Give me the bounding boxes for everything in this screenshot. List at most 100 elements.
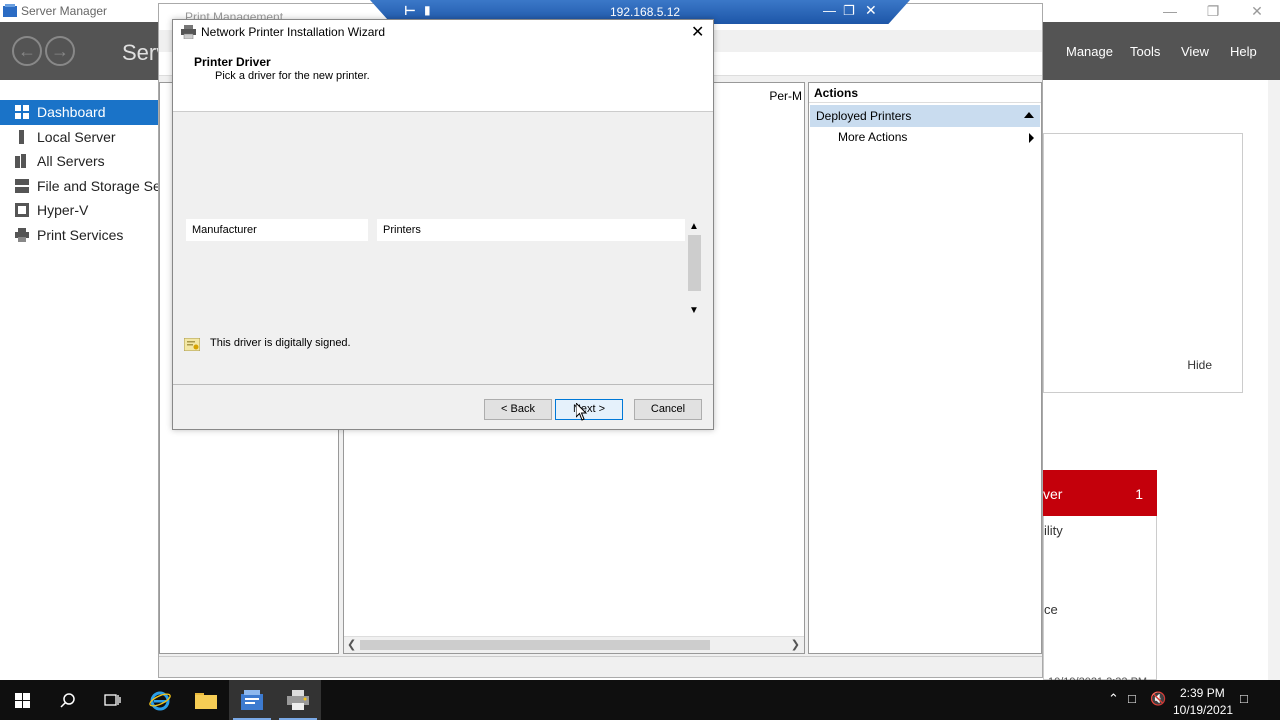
server-manager-icon <box>241 690 263 710</box>
search-button[interactable] <box>45 680 91 720</box>
actions-pane: Actions Deployed Printers More Actions <box>808 82 1042 654</box>
notifications-icon[interactable]: □ <box>1240 691 1248 706</box>
print-management-icon <box>287 690 309 710</box>
actions-header: Actions <box>809 83 1041 103</box>
tile-title: ver <box>1043 486 1063 502</box>
menu-manage[interactable]: Manage <box>1066 44 1113 59</box>
hide-link[interactable]: Hide <box>1187 358 1212 372</box>
section-label: Deployed Printers <box>816 109 912 123</box>
manufacturer-list[interactable]: Manufacturer <box>186 219 368 241</box>
wizard-titlebar: Network Printer Installation Wizard ✕ <box>173 20 713 44</box>
sidebar-item-label: All Servers <box>37 153 105 169</box>
dashboard-welcome-tile: Hide <box>1043 133 1243 393</box>
printers-vertical-scrollbar[interactable]: ▲ ▼ <box>686 219 703 319</box>
dashboard-icon <box>15 105 29 119</box>
printer-icon <box>181 25 196 39</box>
mouse-cursor-icon <box>576 403 588 421</box>
scroll-left-icon[interactable]: ❮ <box>347 638 356 651</box>
printer-icon <box>15 228 29 242</box>
tile-line-performance[interactable]: ce <box>1044 602 1058 617</box>
wizard-heading: Printer Driver <box>194 55 271 69</box>
task-view-button[interactable] <box>90 680 136 720</box>
cancel-button[interactable]: Cancel <box>634 399 702 420</box>
forward-nav-button[interactable]: → <box>45 36 75 66</box>
server-manager-icon <box>3 4 17 17</box>
close-button[interactable]: ✕ <box>1242 2 1272 20</box>
sidebar-item-label: Local Server <box>37 129 116 145</box>
printers-list[interactable]: Printers <box>377 219 685 241</box>
server-manager-sidebar: Dashboard Local Server All Servers File … <box>0 80 158 680</box>
list-horizontal-scrollbar[interactable]: ❮ ❯ <box>344 636 804 653</box>
remote-host-address: 192.168.5.12 <box>610 5 681 19</box>
tile-count: 1 <box>1135 486 1143 502</box>
minimize-button[interactable]: — <box>1155 2 1185 20</box>
printers-header: Printers <box>383 224 421 236</box>
taskbar-file-explorer[interactable] <box>183 680 229 720</box>
scroll-thumb[interactable] <box>688 235 701 291</box>
start-button[interactable] <box>0 680 46 720</box>
remote-minimize-icon[interactable]: — <box>823 3 836 18</box>
main-vertical-scrollbar[interactable] <box>1268 80 1280 680</box>
pin-icon[interactable]: ⊢ <box>404 3 416 19</box>
certificate-icon <box>184 338 200 351</box>
scroll-thumb[interactable] <box>360 640 710 650</box>
remote-close-icon[interactable]: ✕ <box>865 2 877 19</box>
hyperv-icon <box>15 203 29 217</box>
task-view-icon <box>104 694 121 706</box>
sidebar-item-all-servers[interactable]: All Servers <box>0 149 158 174</box>
taskbar-server-manager[interactable] <box>229 680 275 720</box>
taskbar-print-management[interactable] <box>275 680 321 720</box>
back-button[interactable]: < Back <box>484 399 552 420</box>
storage-icon <box>15 179 29 193</box>
volume-muted-icon[interactable]: 🔇 <box>1150 691 1166 707</box>
taskbar: ⌃ □ 🔇 2:39 PM 10/19/2021 □ <box>0 680 1280 720</box>
windows-logo-icon <box>15 693 30 708</box>
more-actions-item[interactable]: More Actions <box>838 130 907 144</box>
clock-date[interactable]: 10/19/2021 <box>1173 703 1233 717</box>
search-icon <box>60 693 75 708</box>
window-title: Server Manager <box>21 4 108 18</box>
menu-help[interactable]: Help <box>1230 44 1257 59</box>
scroll-right-icon[interactable]: ❯ <box>791 638 800 651</box>
folder-icon <box>195 693 217 709</box>
internet-explorer-icon <box>149 691 171 711</box>
network-printer-wizard-dialog: Network Printer Installation Wizard ✕ Pr… <box>172 19 714 430</box>
server-status-tile-body: ility ce <box>1043 516 1157 680</box>
sidebar-item-label: Hyper-V <box>37 202 89 218</box>
signal-icon: ▮ <box>424 3 431 17</box>
submenu-arrow-icon <box>1029 133 1034 143</box>
sidebar-item-label: Dashboard <box>37 104 106 120</box>
server-status-tile-header[interactable]: ver 1 <box>1043 470 1157 516</box>
chevron-up-icon[interactable]: ⌃ <box>1108 691 1119 707</box>
server-icon <box>19 130 24 144</box>
restore-button[interactable]: ❐ <box>1198 2 1228 20</box>
network-icon[interactable]: □ <box>1128 691 1136 706</box>
clock-time[interactable]: 2:39 PM <box>1180 686 1225 700</box>
taskbar-internet-explorer[interactable] <box>137 680 183 720</box>
sidebar-item-label: Print Services <box>37 227 124 243</box>
column-header-per-machine[interactable]: Per-M <box>769 89 802 103</box>
back-nav-button[interactable]: ← <box>12 36 42 66</box>
sidebar-item-dashboard[interactable]: Dashboard <box>0 100 158 125</box>
sidebar-item-hyper-v[interactable]: Hyper-V <box>0 198 158 223</box>
scroll-up-icon[interactable]: ▲ <box>689 221 699 232</box>
signed-driver-text: This driver is digitally signed. <box>210 337 351 349</box>
sidebar-item-file-storage[interactable]: File and Storage Serv <box>0 174 158 199</box>
wizard-title: Network Printer Installation Wizard <box>201 25 386 39</box>
next-button[interactable]: Next > <box>555 399 623 420</box>
remote-restore-icon[interactable]: ❐ <box>843 3 855 19</box>
tile-line-manageability[interactable]: ility <box>1044 523 1063 538</box>
manufacturer-header: Manufacturer <box>192 224 257 236</box>
close-icon[interactable]: ✕ <box>691 22 704 42</box>
collapse-up-icon[interactable] <box>1024 112 1034 118</box>
actions-section-deployed-printers[interactable]: Deployed Printers <box>810 105 1040 127</box>
sidebar-item-local-server[interactable]: Local Server <box>0 125 158 150</box>
sidebar-item-label: File and Storage Serv <box>37 178 158 194</box>
status-bar <box>159 656 1042 677</box>
wizard-header: Printer Driver Pick a driver for the new… <box>173 44 713 112</box>
sidebar-item-print-services[interactable]: Print Services <box>0 223 158 248</box>
scroll-down-icon[interactable]: ▼ <box>689 305 699 316</box>
menu-tools[interactable]: Tools <box>1130 44 1160 59</box>
footer-separator <box>173 384 713 385</box>
menu-view[interactable]: View <box>1181 44 1209 59</box>
